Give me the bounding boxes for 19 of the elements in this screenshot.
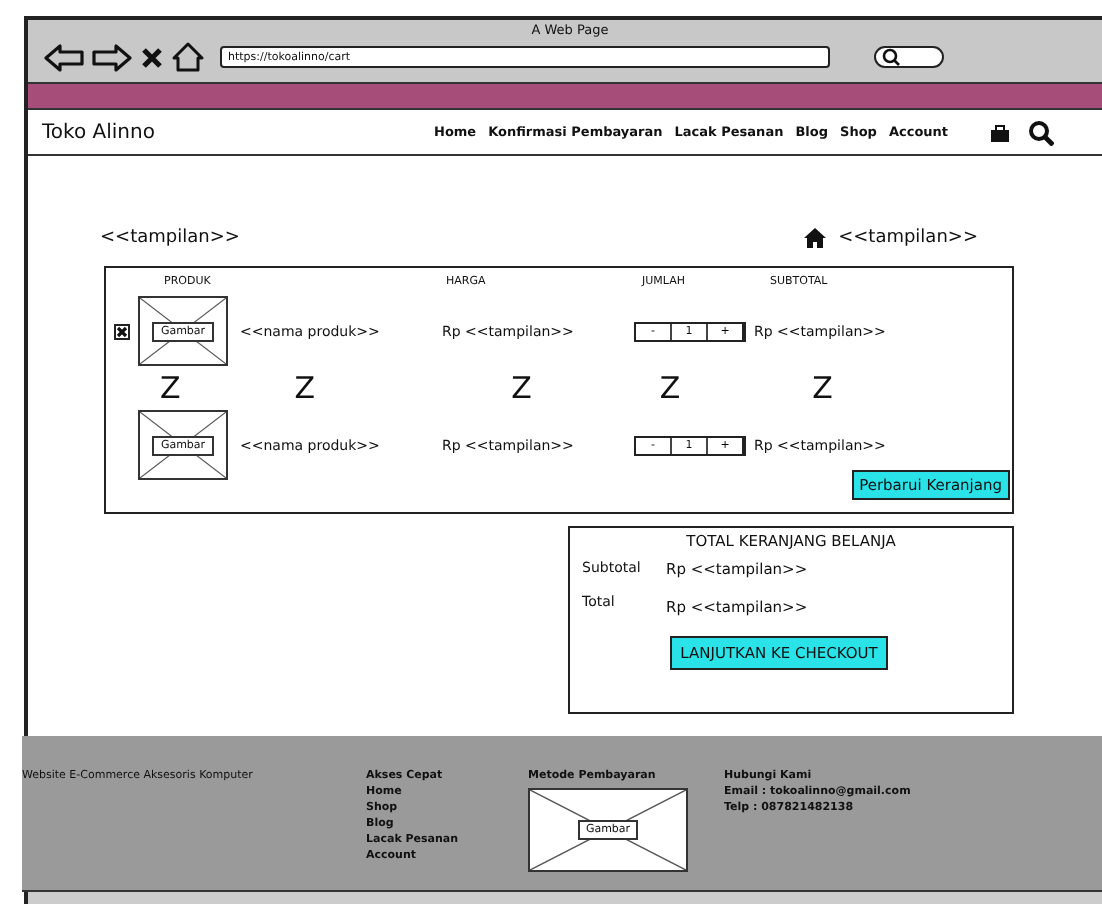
- forward-arrow-icon[interactable]: [92, 43, 132, 71]
- repeat-mark: Z: [812, 370, 833, 406]
- back-arrow-icon[interactable]: [44, 43, 84, 71]
- repeat-mark: Z: [511, 370, 532, 406]
- remove-button[interactable]: [114, 323, 130, 339]
- close-icon[interactable]: [140, 45, 164, 69]
- bag-icon[interactable]: [990, 123, 1010, 141]
- home-icon[interactable]: [804, 228, 827, 248]
- repeat-mark: Z: [294, 370, 316, 406]
- close-icon: [116, 325, 128, 337]
- search-field[interactable]: [874, 46, 944, 68]
- search-icon[interactable]: [1028, 119, 1054, 145]
- search-icon: [882, 48, 900, 66]
- site-logo[interactable]: Toko Alinno: [42, 121, 434, 143]
- repeat-mark: Z: [659, 370, 681, 406]
- repeat-mark: Z: [160, 370, 181, 406]
- page-heading: <<tampilan>>: [100, 228, 240, 248]
- home-icon[interactable]: [172, 42, 204, 72]
- breadcrumb-text[interactable]: <<tampilan>>: [838, 228, 978, 248]
